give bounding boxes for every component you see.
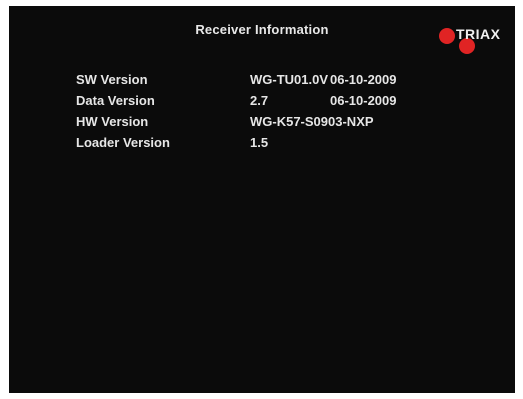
info-date: 06-10-2009	[330, 72, 397, 87]
info-label: Loader Version	[76, 135, 170, 150]
info-label: HW Version	[76, 114, 149, 129]
info-value: WG-TU01.0V	[250, 72, 329, 87]
tv-screen: Receiver Information TRIAX SW Version WG…	[9, 6, 515, 393]
logo-text: TRIAX	[456, 26, 501, 42]
info-value: WG-K57-S0903-NXP	[250, 114, 374, 129]
info-value: 1.5	[250, 135, 269, 150]
info-label: Data Version	[76, 93, 155, 108]
info-value: 2.7	[250, 93, 269, 108]
triax-logo: TRIAX	[437, 22, 507, 58]
logo-dot-icon	[439, 28, 455, 44]
info-label: SW Version	[76, 72, 148, 87]
info-date: 06-10-2009	[330, 93, 397, 108]
